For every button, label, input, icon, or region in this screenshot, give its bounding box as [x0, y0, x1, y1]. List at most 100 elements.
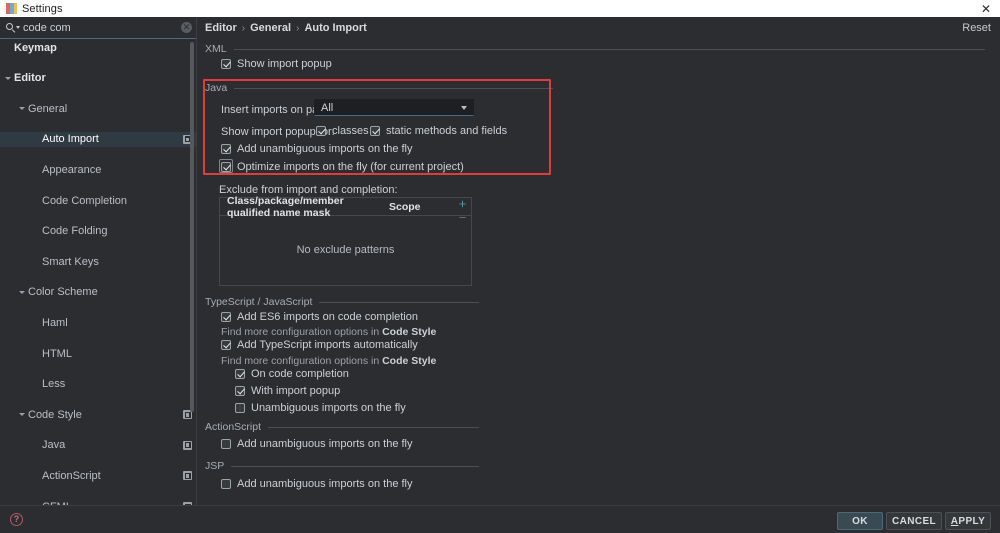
sidebar-item-general[interactable]: General — [0, 101, 196, 116]
chevron-down-icon[interactable] — [17, 410, 26, 419]
checkbox-icon[interactable] — [221, 59, 231, 69]
chevron-down-icon[interactable] — [3, 74, 12, 83]
breadcrumb-item[interactable]: Auto Import — [304, 22, 366, 34]
section-header-xml: XML — [205, 43, 985, 55]
checkbox-icon[interactable] — [221, 162, 231, 172]
table-header-row: Class/package/member qualified name mask… — [220, 198, 471, 216]
sidebar-item-color-scheme[interactable]: Color Scheme — [0, 285, 196, 300]
breadcrumb-item[interactable]: Editor — [205, 22, 237, 34]
checkbox-add-typescript-imports[interactable]: Add TypeScript imports automatically — [221, 339, 418, 351]
sidebar-item-label: Haml — [0, 317, 192, 329]
remove-exclude-pattern-button[interactable]: − — [456, 211, 469, 224]
checkbox-icon[interactable] — [235, 403, 245, 413]
section-header-jsp: JSP — [205, 460, 479, 472]
checkbox-icon[interactable] — [235, 386, 245, 396]
sidebar-item-less[interactable]: Less — [0, 377, 196, 392]
sidebar-item-label: ActionScript — [0, 470, 177, 482]
checkbox-actionscript-add-unambiguous-imports[interactable]: Add unambiguous imports on the fly — [221, 438, 413, 450]
apply-button[interactable]: APPLY — [945, 512, 991, 530]
search-input-value: code com — [23, 22, 181, 34]
chevron-down-icon[interactable] — [17, 104, 26, 113]
checkbox-java-static-methods-and-fields[interactable]: static methods and fields — [370, 125, 507, 137]
sidebar-item-java[interactable]: Java — [0, 438, 196, 453]
checkbox-java-optimize-imports-on-the-fly[interactable]: Optimize imports on the fly (for current… — [221, 161, 464, 173]
checkbox-icon[interactable] — [316, 126, 326, 136]
breadcrumb-separator: › — [296, 23, 299, 34]
sidebar-item-label: Code Style — [0, 409, 177, 421]
window-title-bar: Settings ✕ — [0, 0, 1000, 17]
checkbox-add-es6-imports[interactable]: Add ES6 imports on code completion — [221, 311, 418, 323]
checkbox-icon[interactable] — [221, 144, 231, 154]
checkbox-xml-show-import-popup[interactable]: Show import popup — [221, 58, 332, 70]
search-input[interactable]: code com ✕ — [0, 17, 196, 39]
checkbox-unambiguous-imports-on-the-fly[interactable]: Unambiguous imports on the fly — [235, 402, 406, 414]
checkbox-icon[interactable] — [221, 340, 231, 350]
sidebar-item-code-style[interactable]: Code Style — [0, 407, 196, 422]
table-empty-text: No exclude patterns — [297, 244, 395, 256]
apply-button-label: APPLY — [951, 516, 985, 527]
intellij-logo-icon — [6, 3, 17, 14]
sidebar-item-code-folding[interactable]: Code Folding — [0, 224, 196, 239]
chevron-down-icon[interactable] — [17, 288, 26, 297]
checkbox-icon[interactable] — [221, 312, 231, 322]
help-icon[interactable]: ? — [10, 513, 23, 526]
close-icon[interactable]: ✕ — [978, 0, 994, 17]
checkbox-icon[interactable] — [370, 126, 380, 136]
hint-code-style-typescript: Find more configuration options in Code … — [221, 355, 436, 367]
breadcrumb-item[interactable]: General — [250, 22, 291, 34]
sidebar-item-label: Appearance — [0, 164, 192, 176]
checkbox-icon[interactable] — [221, 439, 231, 449]
section-header-java: Java — [205, 82, 553, 94]
sidebar-item-label: Auto Import — [0, 133, 177, 145]
checkbox-icon[interactable] — [221, 479, 231, 489]
breadcrumb: Editor›General›Auto Import — [205, 22, 367, 34]
checkbox-with-import-popup[interactable]: With import popup — [235, 385, 340, 397]
section-rule — [234, 49, 985, 50]
hint-code-style-es6: Find more configuration options in Code … — [221, 326, 436, 338]
checkbox-java-add-unambiguous-imports[interactable]: Add unambiguous imports on the fly — [221, 143, 413, 155]
section-header-typescript-javascript: TypeScript / JavaScript — [205, 296, 479, 308]
sidebar-item-appearance[interactable]: Appearance — [0, 162, 196, 177]
table-empty-state: No exclude patterns — [220, 216, 471, 284]
sidebar-item-label: Editor — [0, 72, 192, 84]
insert-imports-on-paste-select[interactable]: All — [314, 99, 474, 116]
sidebar-item-keymap[interactable]: Keymap — [0, 40, 196, 55]
section-header-actionscript: ActionScript — [205, 421, 479, 433]
section-rule — [268, 427, 479, 428]
checkbox-on-code-completion[interactable]: On code completion — [235, 368, 349, 380]
project-scope-icon — [183, 441, 192, 450]
clear-search-icon[interactable]: ✕ — [181, 22, 192, 33]
sidebar-item-actionscript[interactable]: ActionScript — [0, 468, 196, 483]
sidebar-item-label: Keymap — [0, 42, 192, 54]
column-header-name-mask: Class/package/member qualified name mask — [220, 195, 389, 219]
exclude-patterns-table[interactable]: Class/package/member qualified name mask… — [219, 197, 472, 286]
sidebar-item-editor[interactable]: Editor — [0, 71, 196, 86]
sidebar-item-smart-keys[interactable]: Smart Keys — [0, 254, 196, 269]
sidebar-item-label: Code Folding — [0, 225, 192, 237]
section-rule — [319, 302, 479, 303]
section-rule — [234, 88, 553, 89]
checkbox-jsp-add-unambiguous-imports[interactable]: Add unambiguous imports on the fly — [221, 478, 413, 490]
chevron-down-icon — [461, 106, 467, 110]
sidebar-item-label: Color Scheme — [0, 286, 192, 298]
ok-button[interactable]: OK — [837, 512, 883, 530]
cancel-button[interactable]: CANCEL — [886, 512, 942, 530]
link-code-style[interactable]: Code Style — [382, 355, 436, 367]
sidebar-item-label: Smart Keys — [0, 256, 192, 268]
checkbox-java-classes[interactable]: classes — [316, 125, 369, 137]
settings-tree[interactable]: Keymap Editor General Auto Import Appearance… — [0, 40, 196, 505]
link-code-style[interactable]: Code Style — [382, 326, 436, 338]
checkbox-icon[interactable] — [235, 369, 245, 379]
sidebar-scrollbar[interactable] — [190, 42, 194, 412]
add-exclude-pattern-button[interactable]: + — [456, 197, 469, 210]
settings-content-panel: Editor›General›Auto Import Reset XML Sho… — [197, 17, 1000, 505]
sidebar-item-haml[interactable]: Haml — [0, 315, 196, 330]
sidebar-item-code-completion[interactable]: Code Completion — [0, 193, 196, 208]
sidebar-item-label: General — [0, 103, 192, 115]
sidebar-item-label: Code Completion — [0, 195, 192, 207]
sidebar-item-label: Less — [0, 378, 192, 390]
reset-link[interactable]: Reset — [962, 22, 991, 34]
sidebar-item-auto-import[interactable]: Auto Import — [0, 132, 196, 147]
sidebar-item-label: HTML — [0, 348, 192, 360]
sidebar-item-html[interactable]: HTML — [0, 346, 196, 361]
